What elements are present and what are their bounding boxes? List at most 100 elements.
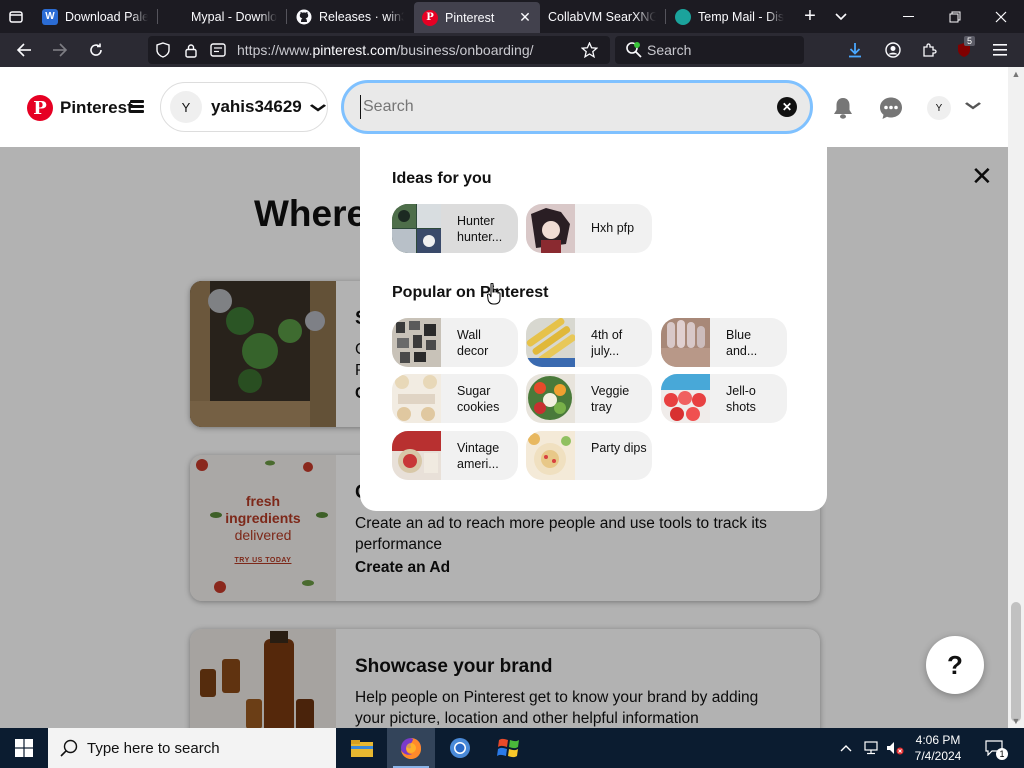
notifications-bell-icon[interactable] xyxy=(830,95,856,121)
url-domain: pinterest.com xyxy=(312,42,397,58)
w-favicon-icon: W xyxy=(42,8,58,25)
search-icon xyxy=(60,739,78,757)
popular-chip[interactable]: 4th of july... xyxy=(526,318,652,367)
windows-xp-app-icon[interactable] xyxy=(485,728,533,768)
idea-thumbnail xyxy=(392,204,441,253)
ublock-icon[interactable]: 5 xyxy=(948,33,980,67)
popular-chip[interactable]: Veggie tray xyxy=(526,374,652,423)
github-icon xyxy=(296,9,312,25)
extensions-icon[interactable] xyxy=(913,33,945,67)
network-icon[interactable] xyxy=(860,728,882,768)
forward-icon[interactable] xyxy=(44,33,76,67)
browser-tab-strip: W Download Pale M Mypal - Downlo Release… xyxy=(0,0,1024,33)
notification-count: 1 xyxy=(996,748,1008,760)
tab-pinterest[interactable]: P Pinterest ✕ xyxy=(414,2,540,33)
pinterest-logo-icon[interactable]: P xyxy=(27,95,53,121)
popular-label: Blue and... xyxy=(726,328,758,358)
popular-chip[interactable]: Party dips xyxy=(526,431,652,480)
brand-name[interactable]: Pinterest xyxy=(60,98,133,118)
restore-icon[interactable] xyxy=(933,0,977,33)
scroll-down-icon[interactable]: ▼ xyxy=(1008,714,1024,728)
browser-search-placeholder: Search xyxy=(647,42,692,58)
tab-temp-mail[interactable]: Temp Mail - Disp xyxy=(667,0,792,33)
page-scrollbar[interactable]: ▲ ▼ xyxy=(1008,67,1024,728)
browser-nav-bar: https://www.pinterest.com/business/onboa… xyxy=(0,33,1024,67)
tab-download-pale-moon[interactable]: W Download Pale M xyxy=(34,0,156,33)
help-button[interactable]: ? xyxy=(926,636,984,694)
tab-separator xyxy=(286,9,287,24)
idea-thumbnail xyxy=(526,204,575,253)
url-bar[interactable]: https://www.pinterest.com/business/onboa… xyxy=(148,36,610,64)
page-viewport: ✕ Where S C P C xyxy=(0,67,1008,728)
popular-thumbnail xyxy=(661,318,710,367)
volume-muted-icon[interactable] xyxy=(884,728,906,768)
tab-title: Pinterest xyxy=(445,10,495,25)
windows-start-icon[interactable] xyxy=(0,728,48,768)
list-all-tabs-icon[interactable] xyxy=(828,0,854,33)
popular-thumbnail xyxy=(392,318,441,367)
back-icon[interactable] xyxy=(8,33,40,67)
popular-chip[interactable]: Blue and... xyxy=(661,318,787,367)
messages-icon[interactable] xyxy=(878,95,904,121)
chromium-taskbar-icon[interactable] xyxy=(436,728,484,768)
pinterest-search-input[interactable] xyxy=(360,95,760,119)
account-switcher[interactable]: Y yahis34629 xyxy=(160,82,328,132)
popular-chip[interactable]: Vintage ameri... xyxy=(392,431,518,480)
idea-chip[interactable]: Hxh pfp xyxy=(526,204,652,253)
scroll-up-icon[interactable]: ▲ xyxy=(1008,67,1024,81)
popular-chip[interactable]: Jell-o shots xyxy=(661,374,787,423)
tab-releases-github[interactable]: Releases · win32 xyxy=(288,0,412,33)
popular-chip[interactable]: Sugar cookies xyxy=(392,374,518,423)
minimize-icon[interactable] xyxy=(887,0,931,33)
downloads-icon[interactable] xyxy=(839,33,871,67)
hamburger-menu-icon[interactable] xyxy=(130,100,144,115)
search-suggestions-dropdown: Ideas for you Hunter hunter... Hxh pfp P… xyxy=(360,147,827,511)
firefox-taskbar-icon[interactable] xyxy=(387,728,435,768)
new-tab-icon[interactable]: + xyxy=(797,0,823,33)
bookmark-star-icon[interactable] xyxy=(580,41,598,59)
taskbar-search-placeholder: Type here to search xyxy=(87,739,220,757)
lock-icon[interactable] xyxy=(182,41,200,59)
popular-thumbnail xyxy=(392,374,441,423)
clear-search-icon[interactable]: ✕ xyxy=(777,97,797,117)
account-icon[interactable] xyxy=(877,33,909,67)
tab-overview-icon[interactable] xyxy=(4,0,28,33)
idea-chip[interactable]: Hunter hunter... xyxy=(392,204,518,253)
tab-mypal[interactable]: Mypal - Downlo xyxy=(160,0,285,33)
page-info-icon[interactable] xyxy=(209,41,227,59)
show-hidden-icons-icon[interactable] xyxy=(836,728,856,768)
app-menu-icon[interactable] xyxy=(984,33,1016,67)
browser-search-bar[interactable]: Search xyxy=(615,36,804,64)
profile-avatar[interactable]: Y xyxy=(927,96,951,120)
popular-label: Vintage ameri... xyxy=(457,441,500,471)
popular-label: Jell-o shots xyxy=(726,384,756,414)
account-name: yahis34629 xyxy=(211,97,302,116)
popular-label: Party dips xyxy=(591,441,647,455)
file-explorer-icon[interactable] xyxy=(338,728,386,768)
popular-thumbnail xyxy=(526,318,576,367)
tab-close-icon[interactable]: ✕ xyxy=(518,9,532,26)
account-avatar: Y xyxy=(170,91,202,123)
popular-chip[interactable]: Wall decor xyxy=(392,318,518,367)
shield-icon[interactable] xyxy=(154,41,172,59)
system-clock[interactable]: 4:06 PM 7/4/2024 xyxy=(906,732,970,764)
url-text: https://www.pinterest.com/business/onboa… xyxy=(237,42,534,58)
scrollbar-thumb[interactable] xyxy=(1011,602,1021,722)
notifications-icon[interactable]: 1 xyxy=(980,728,1008,768)
blank-favicon-icon xyxy=(168,9,184,25)
tab-title: Download Pale M xyxy=(65,9,148,24)
chevron-down-icon xyxy=(309,100,326,115)
close-window-icon[interactable] xyxy=(979,0,1023,33)
tab-title: Temp Mail - Disp xyxy=(698,9,784,24)
accounts-chevron-icon[interactable] xyxy=(965,99,982,113)
taskbar-search[interactable]: Type here to search xyxy=(48,728,336,768)
pinterest-search-box[interactable]: ✕ xyxy=(341,80,813,134)
tab-separator xyxy=(157,9,158,24)
tempmail-icon xyxy=(675,8,691,25)
reload-icon[interactable] xyxy=(80,33,112,67)
popular-label: Wall decor xyxy=(457,328,489,358)
tab-collabvm-searxng[interactable]: CollabVM SearXNG xyxy=(540,0,664,33)
ideas-section-title: Ideas for you xyxy=(392,170,492,187)
search-engine-icon xyxy=(625,41,643,59)
tab-separator xyxy=(665,9,666,24)
